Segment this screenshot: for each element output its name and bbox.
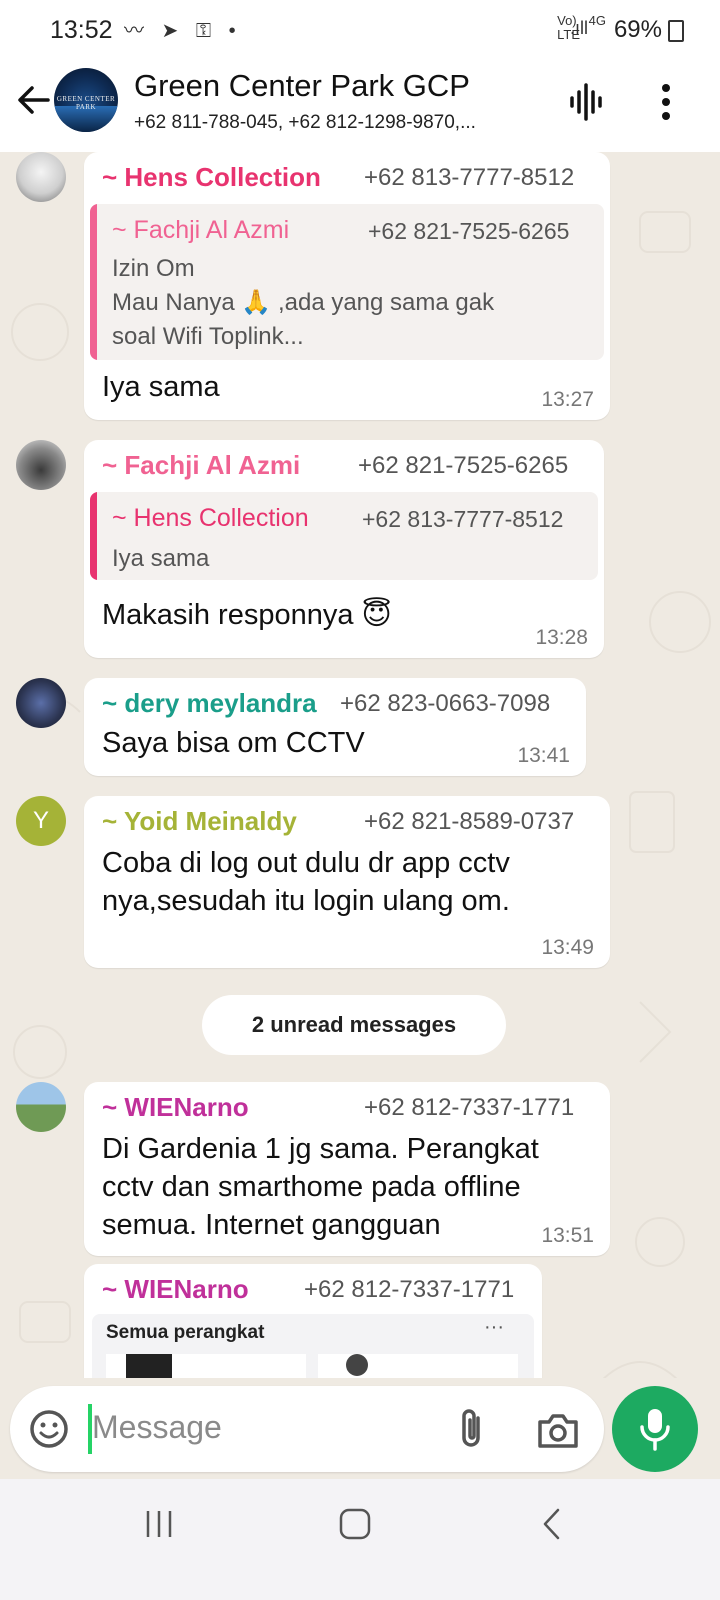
quoted-text-line: soal Wifi Toplink...: [112, 323, 304, 350]
status-time: 13:52: [50, 16, 113, 44]
group-members[interactable]: +62 811-788-045, +62 812-1298-9870,...: [134, 112, 476, 134]
sender-phone: +62 813-7777-8512: [364, 164, 575, 191]
back-arrow-icon[interactable]: [14, 80, 54, 120]
sender-phone: +62 823-0663-7098: [340, 690, 551, 717]
sender-avatar[interactable]: Y: [16, 796, 66, 846]
attach-icon[interactable]: [456, 1406, 490, 1452]
home-icon[interactable]: [338, 1507, 372, 1541]
message-text: Iya sama: [102, 371, 220, 403]
group-avatar[interactable]: GREEN CENTER PARK: [54, 68, 118, 132]
sender-avatar[interactable]: [16, 678, 66, 728]
network-type: 4G: [588, 13, 606, 28]
group-title[interactable]: Green Center Park GCP: [134, 68, 470, 104]
sender-name[interactable]: ~ WIENarno: [102, 1092, 249, 1123]
mic-button[interactable]: [612, 1386, 698, 1472]
message-input-bar[interactable]: Message: [10, 1386, 604, 1472]
sender-name[interactable]: ~ WIENarno: [102, 1274, 249, 1305]
message-input[interactable]: Message: [92, 1409, 222, 1446]
quoted-text-line: Izin Om: [112, 255, 195, 282]
sender-phone: +62 812-7337-1771: [364, 1094, 575, 1121]
message-bubble[interactable]: ~ Hens Collection +62 813-7777-8512 ~ Fa…: [84, 152, 610, 420]
voice-chat-icon[interactable]: [568, 80, 608, 124]
system-nav-bar: [0, 1479, 720, 1600]
message-bubble[interactable]: ~ Fachji Al Azmi +62 821-7525-6265 ~ Hen…: [84, 440, 604, 658]
status-bar: 13:52 〰 ➤ ⚿ • Vo) LTE 4G .ıll 69%: [0, 0, 720, 58]
back-nav-icon[interactable]: [540, 1507, 564, 1541]
quoted-phone: +62 813-7777-8512: [362, 506, 564, 532]
message-text: semua. Internet gangguan: [102, 1209, 441, 1241]
message-time: 13:27: [541, 388, 594, 411]
quoted-phone: +62 821-7525-6265: [368, 218, 570, 244]
message-time: 13:49: [541, 936, 594, 959]
camera-device-icon: [346, 1354, 368, 1376]
sender-phone: +62 821-8589-0737: [364, 808, 575, 835]
notification-icons: 〰 ➤ ⚿ •: [124, 20, 242, 42]
message-text: Di Gardenia 1 jg sama. Perangkat: [102, 1133, 539, 1165]
message-text: Coba di log out dulu dr app cctv: [102, 847, 510, 879]
image-more: ···: [484, 1316, 504, 1338]
group-avatar-text: GREEN CENTER PARK: [56, 95, 116, 111]
message-bubble[interactable]: ~ Yoid Meinaldy +62 821-8589-0737 Coba d…: [84, 796, 610, 968]
message-bubble[interactable]: ~ dery meylandra +62 823-0663-7098 Saya …: [84, 678, 586, 776]
chat-header: GREEN CENTER PARK Green Center Park GCP …: [0, 58, 720, 152]
quoted-message[interactable]: ~ Fachji Al Azmi +62 821-7525-6265 Izin …: [90, 204, 604, 360]
message-text: Makasih responnya 😇: [102, 599, 392, 631]
message-time: 13:41: [517, 744, 570, 767]
sender-name[interactable]: ~ Yoid Meinaldy: [102, 806, 297, 837]
sender-name[interactable]: ~ Fachji Al Azmi: [102, 450, 300, 481]
sender-name[interactable]: ~ dery meylandra: [102, 688, 317, 719]
message-time: 13:51: [541, 1224, 594, 1247]
chat-area[interactable]: ~ Hens Collection +62 813-7777-8512 ~ Fa…: [0, 152, 720, 1479]
emoji-icon[interactable]: [28, 1408, 70, 1450]
camera-icon[interactable]: [536, 1410, 580, 1450]
battery-icon: [668, 20, 684, 42]
sender-avatar[interactable]: [16, 152, 66, 202]
sender-avatar[interactable]: [16, 1082, 66, 1132]
recent-apps-icon[interactable]: [144, 1509, 174, 1539]
quoted-text-line: Mau Nanya 🙏 ,ada yang sama gak: [112, 289, 495, 316]
unread-messages-banner: 2 unread messages: [202, 995, 506, 1055]
message-text: cctv dan smarthome pada offline: [102, 1171, 521, 1203]
image-caption: Semua perangkat: [106, 1322, 265, 1343]
signal-icon: .ıll: [570, 18, 588, 38]
message-time: 13:28: [535, 626, 588, 649]
more-vert-icon[interactable]: [646, 80, 686, 124]
sender-name[interactable]: ~ Hens Collection: [102, 162, 321, 193]
message-text: Saya bisa om CCTV: [102, 727, 365, 759]
sender-phone: +62 812-7337-1771: [304, 1276, 515, 1303]
sender-avatar[interactable]: [16, 440, 66, 490]
message-bubble[interactable]: ~ WIENarno +62 812-7337-1771 Di Gardenia…: [84, 1082, 610, 1256]
quoted-sender: ~ Hens Collection: [112, 504, 309, 532]
battery-level: 69%: [613, 16, 662, 43]
quoted-sender: ~ Fachji Al Azmi: [112, 216, 290, 244]
quoted-message[interactable]: ~ Hens Collection +62 813-7777-8512 Iya …: [90, 492, 598, 580]
message-text: nya,sesudah itu login ulang om.: [102, 885, 510, 917]
mic-icon: [640, 1409, 670, 1451]
quoted-text-line: Iya sama: [112, 545, 210, 572]
sender-phone: +62 821-7525-6265: [358, 452, 569, 479]
